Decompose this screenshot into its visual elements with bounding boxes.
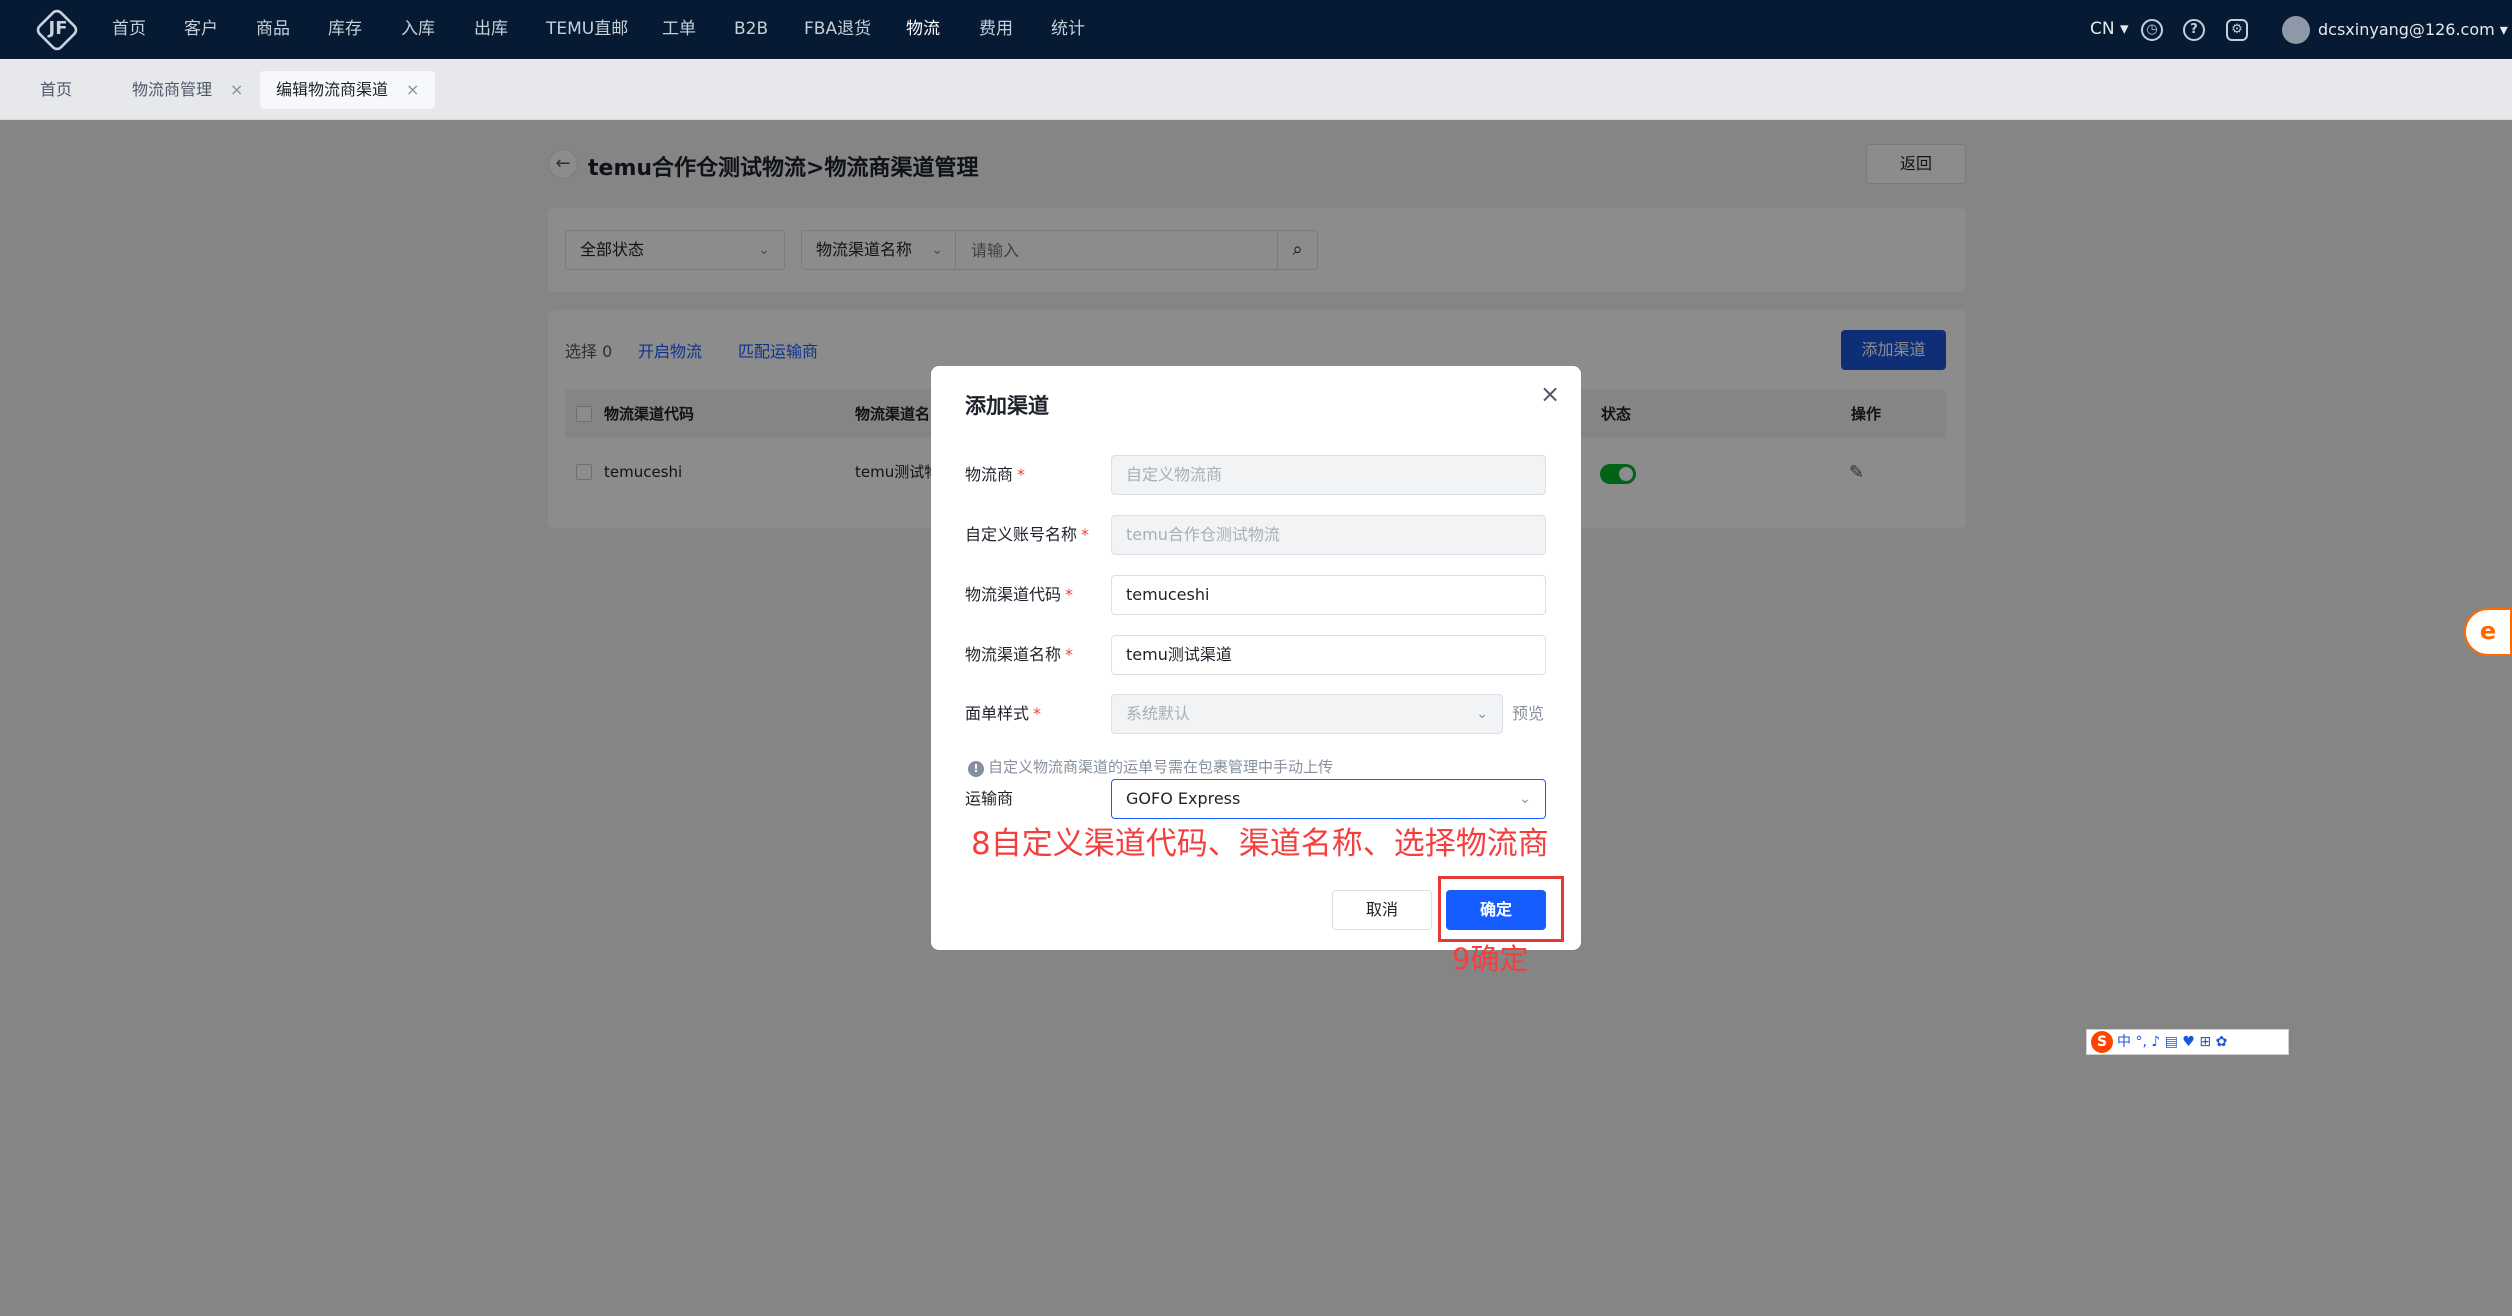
required-mark: * [1033, 704, 1042, 723]
close-icon[interactable]: × [406, 80, 419, 99]
transport-carrier-value: GOFO Express [1126, 789, 1241, 808]
cancel-button[interactable]: 取消 [1332, 890, 1432, 930]
nav-item-stats[interactable]: 统计 [1051, 0, 1085, 59]
chevron-down-icon: ⌄ [1476, 706, 1488, 722]
close-icon[interactable]: × [230, 80, 243, 99]
field-label-channel-code: 物流渠道代码 * [965, 575, 1073, 615]
tab-bar: 首页 物流商管理 × 编辑物流商渠道 × [0, 59, 2512, 120]
nav-item-ticket[interactable]: 工单 [662, 0, 696, 59]
hint-text: ! 自定义物流商渠道的运单号需在包裹管理中手动上传 [968, 756, 1333, 777]
nav-item-product[interactable]: 商品 [256, 0, 290, 59]
label-text: 面单样式 [965, 704, 1030, 723]
channel-code-input[interactable]: temuceshi [1111, 575, 1546, 615]
required-mark: * [1065, 585, 1074, 604]
top-nav: JF 首页 客户 商品 库存 入库 出库 TEMU直邮 工单 B2B FBA退货… [0, 0, 2512, 59]
ime-tools-icons[interactable]: 中 °, ♪ ▤ ♥ ⊞ ✿ [2117, 1034, 2227, 1050]
clock-icon[interactable]: ◷ [2141, 19, 2163, 41]
label-style-select: 系统默认 ⌄ [1111, 694, 1503, 734]
nav-item-fba-return[interactable]: FBA退货 [804, 0, 871, 59]
user-menu[interactable]: dcsxinyang@126.com ▾ [2318, 0, 2508, 59]
field-label-label-style: 面单样式 * [965, 694, 1041, 734]
required-mark: * [1065, 645, 1074, 664]
tab-home[interactable]: 首页 [24, 71, 88, 109]
nav-item-customer[interactable]: 客户 [184, 0, 218, 59]
nav-item-outbound[interactable]: 出库 [474, 0, 508, 59]
label-text: 物流商 [965, 465, 1014, 484]
label-style-value: 系统默认 [1126, 704, 1191, 723]
close-icon[interactable]: × [1538, 380, 1562, 408]
required-mark: * [1017, 465, 1026, 484]
account-name-field: temu合作仓测试物流 [1111, 515, 1546, 555]
annotation-step8: 8自定义渠道代码、渠道名称、选择物流商 [971, 826, 1549, 862]
help-icon[interactable]: ? [2183, 19, 2205, 41]
nav-item-inventory[interactable]: 库存 [328, 0, 362, 59]
dialog-title: 添加渠道 [965, 394, 1049, 418]
required-mark: * [1081, 525, 1090, 544]
hint-message: 自定义物流商渠道的运单号需在包裹管理中手动上传 [988, 758, 1334, 776]
field-label-channel-name: 物流渠道名称 * [965, 635, 1073, 675]
chevron-down-icon: ⌄ [1519, 791, 1531, 807]
preview-link[interactable]: 预览 [1512, 694, 1544, 734]
side-shopping-widget-icon[interactable]: e [2464, 608, 2512, 656]
tab-edit-channel[interactable]: 编辑物流商渠道 × [260, 71, 436, 109]
carrier-field: 自定义物流商 [1111, 455, 1546, 495]
field-label-account: 自定义账号名称 * [965, 515, 1089, 555]
ime-toolbar[interactable]: S中 °, ♪ ▤ ♥ ⊞ ✿ [2086, 1029, 2289, 1055]
channel-name-input[interactable]: temu测试渠道 [1111, 635, 1546, 675]
avatar[interactable] [2282, 16, 2310, 44]
transport-carrier-select[interactable]: GOFO Express ⌄ [1111, 779, 1546, 819]
info-icon: ! [968, 761, 984, 777]
tab-label: 编辑物流商渠道 [276, 80, 389, 99]
tab-label: 物流商管理 [132, 80, 213, 99]
label-text: 自定义账号名称 [965, 525, 1078, 544]
nav-item-home[interactable]: 首页 [112, 0, 146, 59]
label-text: 物流渠道代码 [965, 585, 1062, 604]
nav-item-b2b[interactable]: B2B [734, 0, 768, 59]
nav-item-fees[interactable]: 费用 [979, 0, 1013, 59]
tab-label: 首页 [40, 80, 73, 99]
nav-item-temu[interactable]: TEMU直邮 [546, 0, 628, 59]
label-text: 物流渠道名称 [965, 645, 1062, 664]
annotation-step9: 9确定 [1452, 942, 1529, 976]
nav-item-inbound[interactable]: 入库 [401, 0, 435, 59]
language-select[interactable]: CN ▾ [2090, 0, 2129, 59]
tab-logistics-manage[interactable]: 物流商管理 × [116, 71, 259, 109]
annotation-highlight-box [1438, 876, 1564, 942]
field-label-carrier: 物流商 * [965, 455, 1025, 495]
logo-text[interactable]: JF [46, 17, 70, 41]
gear-icon[interactable]: ⚙ [2226, 19, 2248, 41]
ime-logo-icon: S [2091, 1031, 2113, 1053]
field-label-transport: 运输商 [965, 789, 1014, 808]
nav-item-logistics[interactable]: 物流 [906, 0, 940, 59]
